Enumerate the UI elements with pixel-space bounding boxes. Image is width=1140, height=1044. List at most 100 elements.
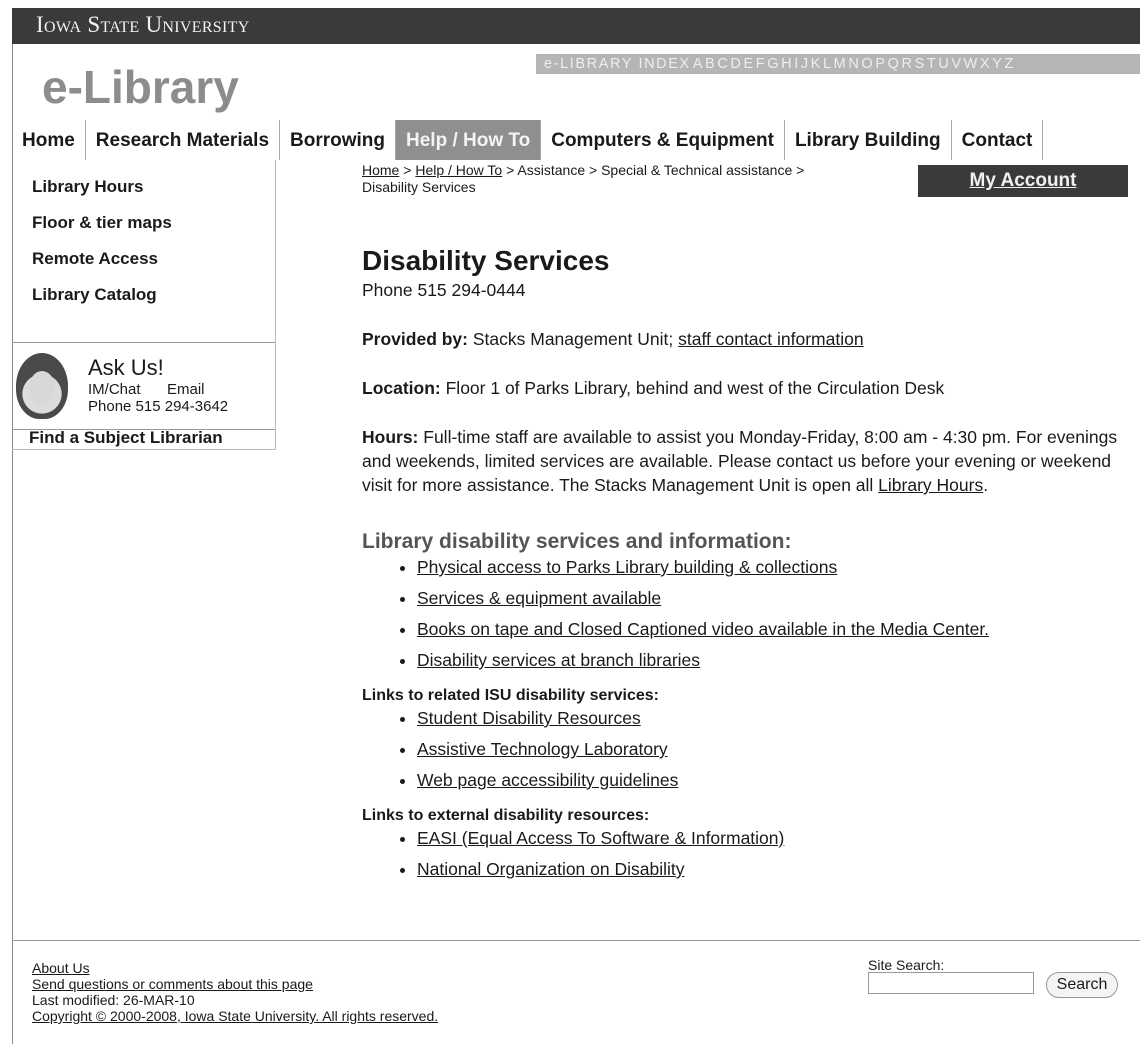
ask-phone: Phone 515 294-3642 — [88, 398, 229, 415]
list-item: Physical access to Parks Library buildin… — [417, 555, 1138, 579]
az-letter-v[interactable]: V — [951, 56, 962, 72]
section-isu-disability-title: Links to related ISU disability services… — [362, 687, 659, 704]
section-external-resources-title: Links to external disability resources: — [362, 807, 650, 824]
assistive-technology-lab-link[interactable]: Assistive Technology Laboratory — [417, 739, 668, 759]
list-item: Disability services at branch libraries — [417, 648, 1138, 672]
list-item: Assistive Technology Laboratory — [417, 737, 1138, 761]
easi-link[interactable]: EASI (Equal Access To Software & Informa… — [417, 828, 784, 848]
az-letter-z[interactable]: Z — [1005, 56, 1015, 72]
az-letter-w[interactable]: W — [964, 56, 979, 72]
az-letter-k[interactable]: K — [811, 56, 822, 72]
copyright-link[interactable]: Copyright © 2000-2008, Iowa State Univer… — [32, 1008, 438, 1024]
list-item: Web page accessibility guidelines — [417, 768, 1138, 792]
ask-us-title: Ask Us! — [88, 355, 164, 380]
az-index-label[interactable]: e-LIBRARY INDEX — [544, 56, 691, 72]
az-index-bar: e-LIBRARY INDEX ABCDEFGHIJKLMNOPQRSTUVWXY… — [536, 54, 1140, 74]
books-on-tape-link[interactable]: Books on tape and Closed Captioned video… — [417, 619, 989, 639]
phone-number: Phone 515 294-0444 — [362, 280, 526, 300]
az-letter-q[interactable]: Q — [888, 56, 901, 72]
section-library-disability-title: Library disability services and informat… — [362, 530, 792, 553]
web-accessibility-guidelines-link[interactable]: Web page accessibility guidelines — [417, 770, 678, 790]
hours-label: Hours: — [362, 427, 419, 447]
ask-us-box: Ask Us! IM/Chat Email Phone 515 294-3642 — [12, 342, 275, 430]
az-letter-r[interactable]: R — [901, 56, 913, 72]
my-account-button[interactable]: My Account — [918, 165, 1128, 197]
hours: Hours: Full-time staff are available to … — [362, 425, 1138, 497]
main-content: Disability Services Phone 515 294-0444 P… — [362, 244, 1138, 888]
site-title[interactable]: e-Library — [42, 60, 239, 114]
about-us-link[interactable]: About Us — [32, 960, 90, 976]
sidebar-item-remote-access[interactable]: Remote Access — [32, 249, 158, 269]
last-modified: Last modified: 26-MAR-10 — [32, 992, 195, 1008]
provided-by-label: Provided by: — [362, 329, 468, 349]
email-link[interactable]: Email — [167, 381, 205, 398]
branch-libraries-link[interactable]: Disability services at branch libraries — [417, 650, 700, 670]
az-letters: ABCDEFGHIJKLMNOPQRSTUVWXYZ — [693, 56, 1016, 72]
avatar — [16, 353, 68, 419]
az-letter-e[interactable]: E — [743, 56, 754, 72]
staff-contact-link[interactable]: staff contact information — [678, 329, 863, 349]
list-item: Student Disability Resources — [417, 706, 1138, 730]
az-letter-c[interactable]: C — [717, 56, 729, 72]
isu-disability-links: Student Disability Resources Assistive T… — [362, 706, 1138, 792]
az-letter-j[interactable]: J — [801, 56, 810, 72]
az-letter-n[interactable]: N — [848, 56, 860, 72]
sidebar-item-library-catalog[interactable]: Library Catalog — [32, 285, 157, 305]
nav-computers-equipment[interactable]: Computers & Equipment — [541, 120, 785, 160]
nav-home[interactable]: Home — [12, 120, 86, 160]
site-search-input[interactable] — [868, 972, 1034, 994]
breadcrumb: Home > Help / How To > Assistance > Spec… — [362, 162, 902, 196]
search-button[interactable]: Search — [1046, 972, 1118, 998]
breadcrumb-home[interactable]: Home — [362, 162, 399, 178]
list-item: National Organization on Disability — [417, 857, 1138, 881]
page-title: Disability Services — [362, 245, 610, 276]
sidebar-item-library-hours[interactable]: Library Hours — [32, 177, 143, 197]
university-logo[interactable]: Iowa State University — [36, 12, 250, 38]
az-letter-f[interactable]: F — [756, 56, 766, 72]
national-org-disability-link[interactable]: National Organization on Disability — [417, 859, 685, 879]
nav-research-materials[interactable]: Research Materials — [86, 120, 281, 160]
nav-help-how-to[interactable]: Help / How To — [396, 120, 542, 160]
breadcrumb-current: Disability Services — [362, 179, 476, 195]
library-disability-links: Physical access to Parks Library buildin… — [362, 555, 1138, 672]
az-letter-u[interactable]: U — [938, 56, 950, 72]
az-letter-d[interactable]: D — [730, 56, 742, 72]
student-disability-resources-link[interactable]: Student Disability Resources — [417, 708, 641, 728]
library-hours-link[interactable]: Library Hours — [878, 475, 983, 495]
az-letter-l[interactable]: L — [823, 56, 833, 72]
az-letter-h[interactable]: H — [781, 56, 793, 72]
external-resources-links: EASI (Equal Access To Software & Informa… — [362, 826, 1138, 881]
physical-access-link[interactable]: Physical access to Parks Library buildin… — [417, 557, 837, 577]
nav-library-building[interactable]: Library Building — [785, 120, 952, 160]
az-letter-t[interactable]: T — [927, 56, 937, 72]
send-questions-link[interactable]: Send questions or comments about this pa… — [32, 976, 313, 992]
breadcrumb-separator: > — [399, 162, 416, 178]
list-item: Books on tape and Closed Captioned video… — [417, 617, 1138, 641]
im-chat-link[interactable]: IM/Chat — [88, 381, 141, 398]
main-nav: Home Research Materials Borrowing Help /… — [12, 120, 1044, 160]
az-letter-b[interactable]: B — [705, 56, 716, 72]
location-text: Floor 1 of Parks Library, behind and wes… — [440, 378, 945, 398]
nav-contact[interactable]: Contact — [952, 120, 1044, 160]
provided-by: Provided by: Stacks Management Unit; sta… — [362, 327, 1138, 351]
list-item: Services & equipment available — [417, 586, 1138, 610]
az-letter-y[interactable]: Y — [992, 56, 1003, 72]
nav-borrowing[interactable]: Borrowing — [280, 120, 397, 160]
provided-by-text: Stacks Management Unit; — [468, 329, 679, 349]
location-label: Location: — [362, 378, 441, 398]
az-letter-g[interactable]: G — [767, 56, 780, 72]
breadcrumb-help[interactable]: Help / How To — [415, 162, 502, 178]
az-letter-i[interactable]: I — [794, 56, 800, 72]
az-letter-x[interactable]: X — [980, 56, 991, 72]
az-letter-m[interactable]: M — [834, 56, 848, 72]
find-subject-librarian-link[interactable]: Find a Subject Librarian — [29, 428, 223, 448]
services-equipment-link[interactable]: Services & equipment available — [417, 588, 661, 608]
breadcrumb-trail: > Assistance > Special & Technical assis… — [502, 162, 805, 178]
az-letter-a[interactable]: A — [693, 56, 704, 72]
hours-text: Full-time staff are available to assist … — [362, 427, 1118, 495]
az-letter-s[interactable]: S — [915, 56, 926, 72]
az-letter-o[interactable]: O — [861, 56, 874, 72]
az-letter-p[interactable]: P — [875, 56, 886, 72]
location: Location: Floor 1 of Parks Library, behi… — [362, 376, 1138, 400]
sidebar-item-floor-maps[interactable]: Floor & tier maps — [32, 213, 172, 233]
